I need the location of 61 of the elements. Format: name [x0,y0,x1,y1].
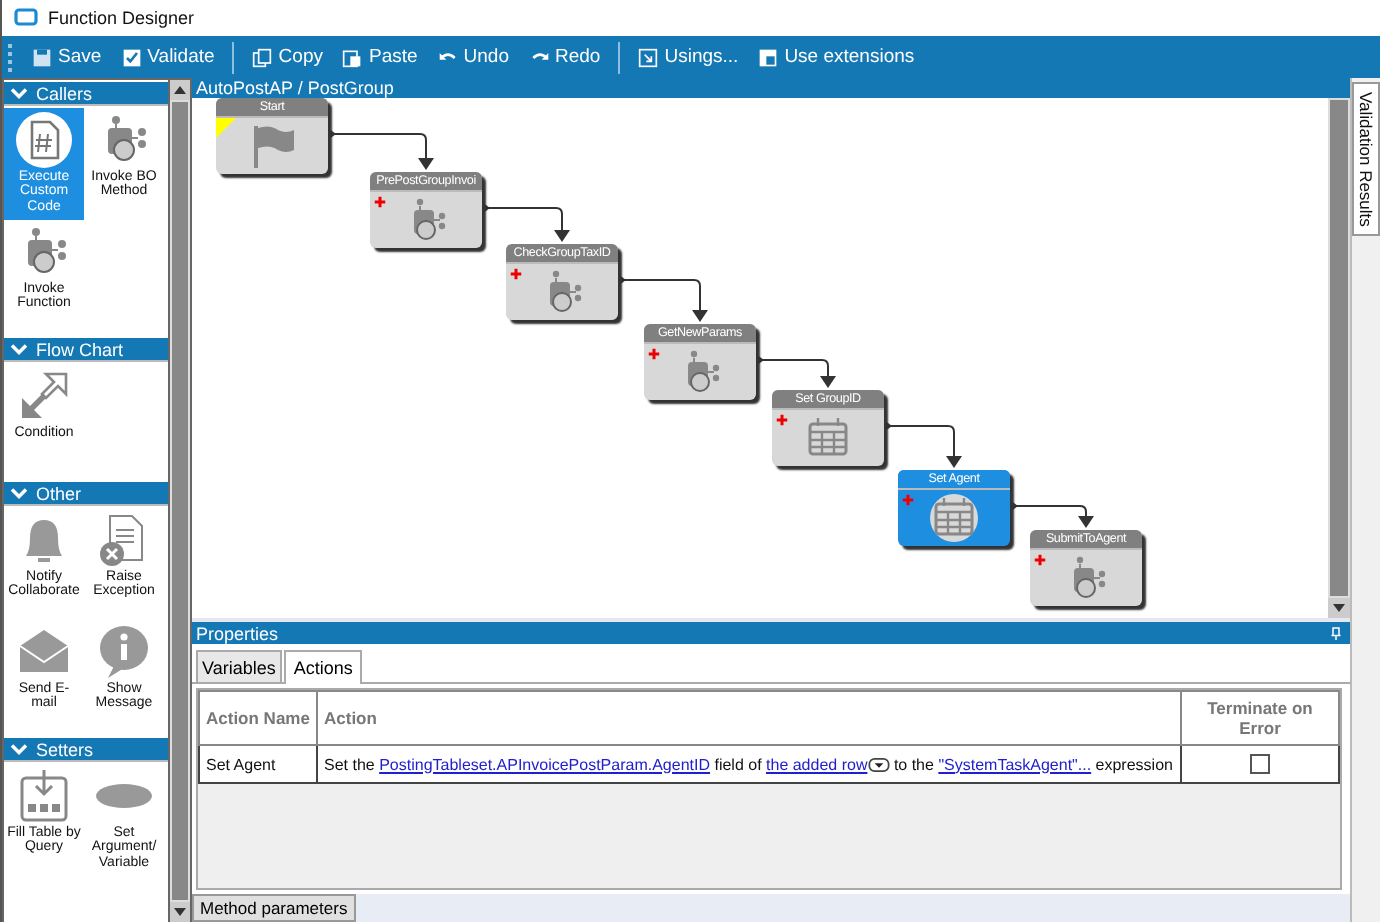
save-icon [32,47,52,67]
checkbox-icon [121,47,142,67]
chevron-icon [10,486,28,500]
info-icon [94,622,154,682]
plus-icon [648,348,660,360]
app-icon [14,8,38,28]
plus-icon [510,268,522,280]
window-icon [638,47,659,67]
connector-arrow [618,274,708,322]
toolbar-button[interactable]: Save [24,42,110,72]
tab[interactable]: Variables [196,650,282,682]
link[interactable]: the added row [766,755,868,773]
scroll-down-icon[interactable] [1328,598,1350,618]
paste-icon [342,47,363,67]
plus-icon [902,494,914,506]
plus-icon [1034,554,1046,566]
group-header[interactable]: Setters [4,738,168,762]
toolbar-button[interactable]: Undo [429,42,517,72]
group-header[interactable]: Flow Chart [4,338,168,362]
connector-arrow [1010,500,1094,528]
dropdown-icon[interactable] [867,757,890,772]
connector-arrow [482,202,570,242]
toolbar-button[interactable]: Use extensions [750,42,923,72]
column-header: Action Name [206,708,310,728]
plus-icon [776,414,788,426]
pin-icon[interactable] [1330,625,1342,641]
scroll-up-icon[interactable] [170,80,190,100]
column-header: Terminate on Error [1207,698,1313,738]
group-header[interactable]: Other [4,482,168,506]
panel-title: Properties [196,623,279,643]
toolbar-button[interactable]: Copy [244,42,331,72]
tab[interactable]: Method parameters [192,894,356,922]
checkbox[interactable] [1250,754,1270,774]
action-sentence: Set the PostingTableset.APInvoicePostParam.AgentID field of the added row to the "SystemTaskAgent"... expression [324,755,1173,773]
table-cell: Set Agent [206,755,276,773]
group-header[interactable]: Callers [4,82,168,106]
tab[interactable]: Actions [283,650,363,684]
toolbar-button[interactable]: Usings... [630,42,747,72]
copy-icon [252,47,273,67]
scrollbar[interactable] [170,80,190,922]
scroll-down-icon[interactable] [170,902,190,922]
document-icon [14,110,74,170]
chevron-icon [10,742,28,756]
toolbar-button[interactable]: Redo [521,42,609,72]
connector-arrow [756,354,836,388]
connector-arrow [884,420,962,468]
toolbar-button[interactable]: Validate [113,42,223,72]
window-icon [758,47,779,67]
breadcrumb: AutoPostAP / PostGroup [192,78,1350,98]
side-tab[interactable]: Validation Results [1352,82,1380,237]
chevron-icon [10,342,28,356]
link[interactable]: "SystemTaskAgent"... [938,755,1092,773]
plus-icon [374,196,386,208]
connector-arrow [328,128,434,170]
link[interactable]: PostingTableset.APInvoicePostParam.AgentID [379,755,710,773]
window-title: Function Designer [48,8,195,28]
column-header: Action [324,708,377,728]
toolbar-button[interactable]: Paste [334,42,426,72]
calendar-icon [924,494,984,542]
scrollbar[interactable] [1328,98,1350,618]
chevron-icon [10,86,28,100]
